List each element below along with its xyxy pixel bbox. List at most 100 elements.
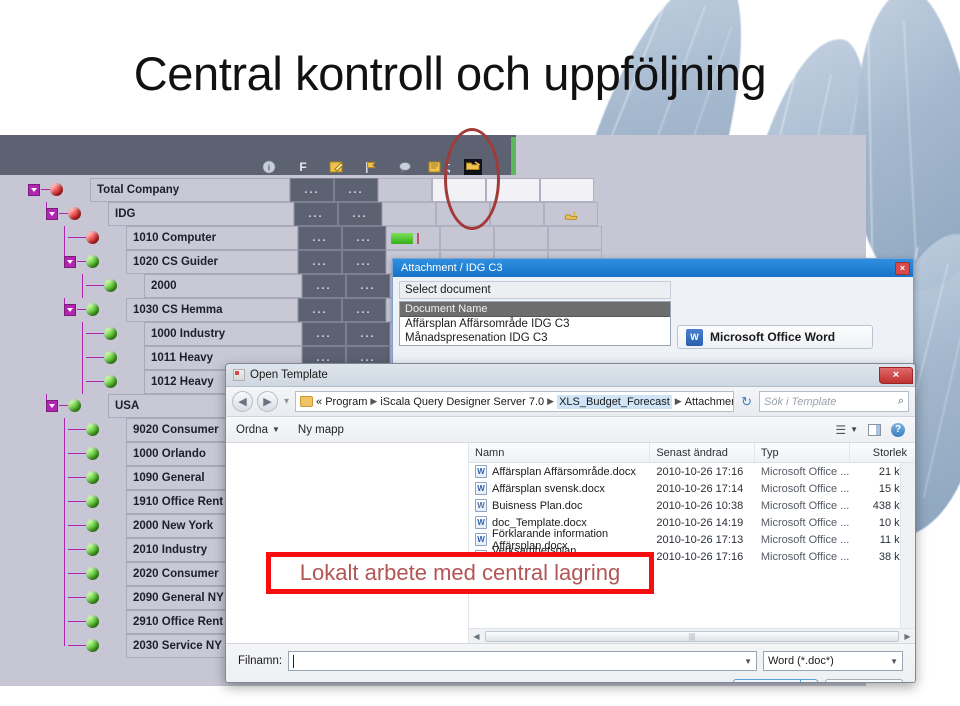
document-list-item[interactable]: Affärsplan Affärsområde IDG C3	[400, 317, 670, 331]
file-row[interactable]: Affärsplan svensk.docx 2010-10-26 17:14 Mi…	[469, 480, 915, 497]
cell-dots-b[interactable]: ...	[342, 250, 386, 274]
search-input[interactable]: Sök i Template ⌕	[759, 391, 909, 412]
scrollbar-thumb[interactable]: |||	[485, 630, 899, 642]
status-bar-cell[interactable]	[378, 178, 432, 202]
help-icon[interactable]: ?	[891, 422, 905, 437]
recent-locations-icon[interactable]: ▾	[284, 396, 289, 407]
expand-collapse-toggle[interactable]	[46, 400, 58, 412]
close-button[interactable]: ×	[879, 366, 913, 384]
cell-dots-b[interactable]: ...	[346, 322, 390, 346]
open-button-dropdown[interactable]: ▼	[801, 679, 818, 682]
file-name-cell[interactable]: Affärsplan Affärsområde.docx	[469, 465, 650, 478]
document-list-item[interactable]: Månadspresenation IDG C3	[400, 331, 670, 345]
expand-collapse-toggle[interactable]	[28, 184, 40, 196]
cell-dots-b[interactable]: ...	[342, 226, 386, 250]
file-list-rows[interactable]: Affärsplan Affärsområde.docx 2010-10-26 1…	[469, 463, 915, 569]
scroll-right-arrow[interactable]: ▶	[900, 632, 915, 641]
column-header[interactable]: Storlek	[850, 443, 915, 462]
file-name-cell[interactable]: Affärsplan svensk.docx	[469, 482, 650, 495]
cell-dots-a[interactable]: ...	[298, 250, 342, 274]
info-icon[interactable]: i	[252, 156, 286, 178]
tree-node-label[interactable]: Total Company	[90, 178, 290, 202]
open-button[interactable]: Öppna	[733, 679, 801, 682]
filetype-select[interactable]: Word (*.doc*) ▼	[763, 651, 903, 671]
empty-cell[interactable]	[494, 226, 548, 250]
empty-cell[interactable]	[440, 226, 494, 250]
cell-dots-a[interactable]: ...	[302, 274, 346, 298]
cell-dots-b[interactable]: ...	[342, 298, 386, 322]
cell-dots-a[interactable]: ...	[298, 226, 342, 250]
filename-input[interactable]: ▼	[288, 651, 757, 671]
status-bar-cell[interactable]	[386, 226, 440, 250]
file-list-vertical-scrollbar[interactable]	[900, 463, 915, 628]
column-header[interactable]: Senast ändrad	[650, 443, 755, 462]
tree-row[interactable]: 1010 Computer......	[14, 226, 602, 250]
close-icon[interactable]: ×	[895, 261, 910, 275]
organize-button[interactable]: Ordna ▼	[236, 424, 280, 436]
file-modified-cell: 2010-10-26 17:16	[656, 465, 744, 478]
file-row[interactable]: Affärsplan Affärsområde.docx 2010-10-26 1…	[469, 463, 915, 480]
f-label-icon[interactable]: F	[286, 156, 320, 178]
tree-node-label[interactable]: 1010 Computer	[126, 226, 298, 250]
expand-collapse-toggle[interactable]	[64, 304, 76, 316]
attachment-cell[interactable]	[540, 178, 594, 202]
cancel-button[interactable]: Avbryt	[825, 679, 903, 682]
tree-node-label[interactable]: 1000 Industry	[144, 322, 302, 346]
preview-pane-icon[interactable]	[868, 423, 881, 436]
chevron-down-icon[interactable]: ▼	[744, 657, 752, 666]
tree-connector	[68, 621, 86, 622]
tree-node-label[interactable]: 1030 CS Hemma	[126, 298, 298, 322]
file-row[interactable]: Buisness Plan.doc 2010-10-26 10:38 Microso…	[469, 497, 915, 514]
file-name-cell[interactable]: Buisness Plan.doc	[469, 499, 650, 512]
attachment-cell[interactable]	[548, 226, 602, 250]
scroll-left-arrow[interactable]: ◀	[469, 632, 484, 641]
empty-cell[interactable]	[490, 202, 544, 226]
view-mode-button[interactable]: ☰ ▼	[835, 423, 858, 437]
tree-node-label[interactable]: IDG	[108, 202, 294, 226]
cell-dots-a[interactable]: ...	[294, 202, 338, 226]
tree-connector-vertical	[64, 442, 65, 466]
cell-dots-b[interactable]: ...	[334, 178, 378, 202]
back-button[interactable]: ◀	[232, 391, 253, 412]
new-folder-button[interactable]: Ny mapp	[298, 424, 344, 436]
status-bullet-green	[104, 351, 117, 364]
breadcrumb-separator[interactable]: ▶	[370, 396, 377, 407]
file-list-header[interactable]: Namn Senast ändrad Typ Storlek	[469, 443, 915, 463]
file-list-pane[interactable]: NamnSenast ändradTypStorlek Affärsplan A…	[469, 443, 915, 643]
word-badge-label: Microsoft Office Word	[710, 330, 836, 344]
cell-dots-b[interactable]: ...	[338, 202, 382, 226]
file-type-cell: Microsoft Office ...	[760, 499, 850, 512]
tree-node-label[interactable]: 2000	[144, 274, 302, 298]
note-edit-icon[interactable]	[320, 156, 354, 178]
tree-node-label[interactable]: 1020 CS Guider	[126, 250, 298, 274]
cell-dots-a[interactable]: ...	[290, 178, 334, 202]
forward-button[interactable]: ▶	[257, 391, 278, 412]
breadcrumb-item[interactable]: « Program	[316, 396, 367, 408]
status-bar-cell[interactable]	[382, 202, 436, 226]
breadcrumb-separator[interactable]: ▶	[675, 396, 682, 407]
cell-dots-b[interactable]: ...	[346, 274, 390, 298]
breadcrumb-separator[interactable]: ▶	[547, 396, 554, 407]
flag-icon[interactable]	[354, 156, 388, 178]
document-list[interactable]: Document Name Affärsplan Affärsområde ID…	[399, 301, 671, 346]
column-header[interactable]: Namn	[469, 443, 651, 462]
column-header[interactable]: Typ	[755, 443, 851, 462]
file-list-horizontal-scrollbar[interactable]: ◀ ||| ▶	[469, 628, 915, 643]
breadcrumb-item[interactable]: iScala Query Designer Server 7.0	[380, 396, 544, 408]
navigation-pane[interactable]	[226, 443, 469, 643]
tree-row[interactable]: Total Company......	[14, 178, 594, 202]
tree-connector	[68, 477, 86, 478]
breadcrumb[interactable]: « Program ▶ iScala Query Designer Server 7…	[295, 391, 735, 412]
breadcrumb-item[interactable]: XLS_Budget_Forecast	[557, 394, 672, 409]
attachment-cell[interactable]	[544, 202, 598, 226]
chevron-down-icon: ▼	[271, 425, 280, 434]
cell-dots-a[interactable]: ...	[302, 322, 346, 346]
breadcrumb-item[interactable]: Attachment	[685, 396, 733, 408]
comment-icon[interactable]	[388, 156, 422, 178]
expand-collapse-toggle[interactable]	[64, 256, 76, 268]
refresh-icon[interactable]: ↻	[738, 394, 755, 410]
expand-collapse-toggle[interactable]	[46, 208, 58, 220]
word-application-badge[interactable]: W Microsoft Office Word	[677, 325, 873, 349]
cell-dots-a[interactable]: ...	[298, 298, 342, 322]
tree-row[interactable]: IDG......	[14, 202, 598, 226]
